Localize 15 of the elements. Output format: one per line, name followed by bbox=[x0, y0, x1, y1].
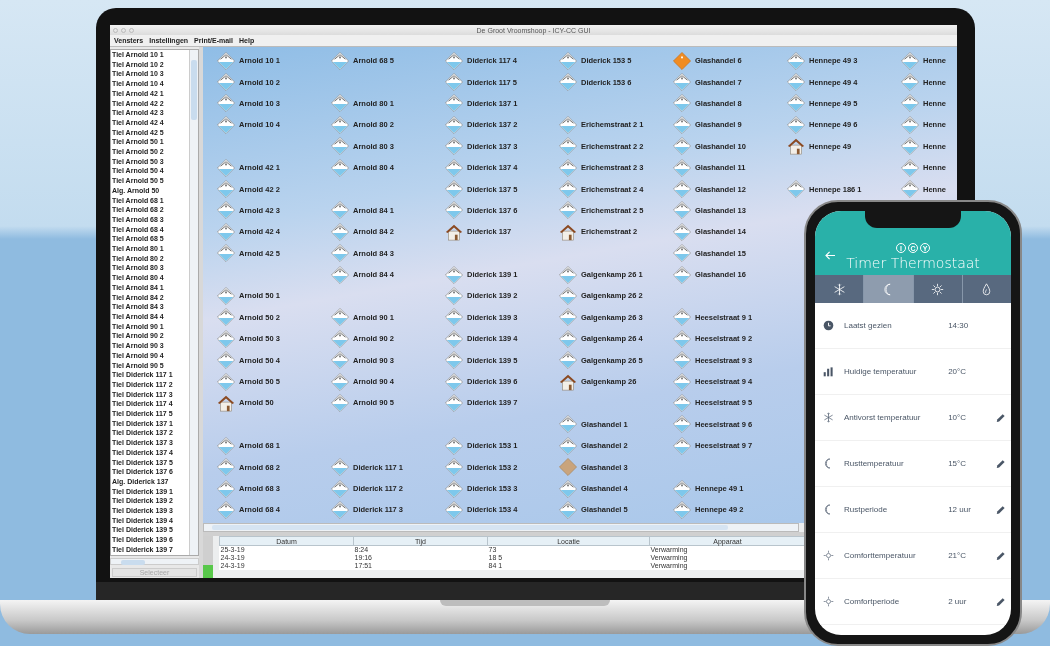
setting-label: Comfortperiode bbox=[844, 597, 901, 606]
setting-value: 21°C bbox=[948, 551, 968, 560]
setting-label: Antivorst temperatuur bbox=[844, 413, 922, 422]
setting-value: 2 uur bbox=[948, 597, 968, 606]
setting-label: Laatst gezien bbox=[844, 321, 893, 330]
setting-label: Rusttemperatuur bbox=[844, 459, 905, 468]
setting-value: 15°C bbox=[948, 459, 968, 468]
setting-label: Rustperiode bbox=[844, 505, 889, 514]
setting-value: 14:30 bbox=[948, 321, 970, 330]
setting-label: Comforttemperatuur bbox=[844, 551, 917, 560]
setting-label: Huidige temperatuur bbox=[844, 367, 918, 376]
setting-value: 10°C bbox=[948, 413, 968, 422]
setting-value: 12 uur bbox=[948, 505, 972, 514]
setting-value: 20°C bbox=[948, 367, 968, 376]
screen-title: Timer Thermostaat bbox=[846, 255, 980, 271]
